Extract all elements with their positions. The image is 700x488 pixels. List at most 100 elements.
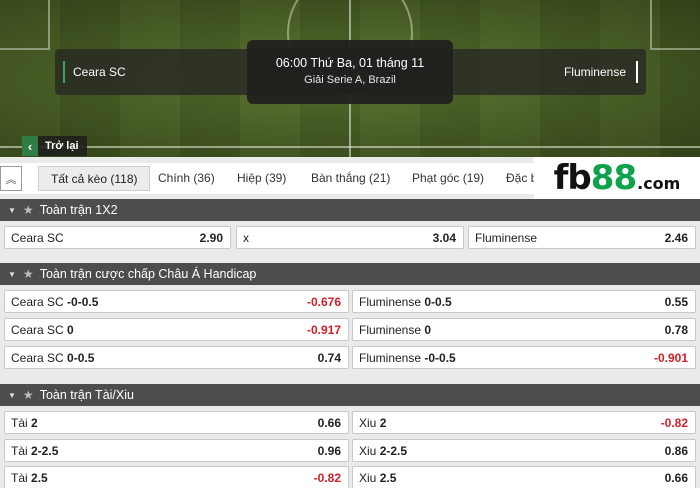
odd-cell-home[interactable]: Ceara SC 2.90 <box>4 226 231 249</box>
logo-part-88: 88 <box>590 158 637 198</box>
star-icon[interactable]: ★ <box>23 388 34 402</box>
tab-corners[interactable]: Phạt góc (19) <box>412 166 484 191</box>
tab-special[interactable]: Đặc b <box>506 166 537 191</box>
odd-value: 0.78 <box>664 322 688 337</box>
odd-label: Ceara SC 0-0.5 <box>11 351 94 365</box>
team-name: Fluminense <box>359 322 422 337</box>
handicap-line: 0-0.5 <box>67 350 95 365</box>
odd-value: -0.82 <box>313 470 341 485</box>
odd-label: Ceara SC -0-0.5 <box>11 295 98 309</box>
bet-side: Tài <box>11 415 28 430</box>
triangle-down-icon: ▼ <box>8 205 16 215</box>
team-name: Ceara SC <box>11 350 64 365</box>
handicap-line: -0-0.5 <box>424 350 456 365</box>
star-icon[interactable]: ★ <box>23 267 34 281</box>
tab-half[interactable]: Hiệp (39) <box>237 166 286 191</box>
total-line: 2 <box>31 415 38 430</box>
away-team-name: Fluminense <box>563 65 626 79</box>
double-chevron-up-icon: ︽ <box>5 173 17 186</box>
home-accent-bar <box>63 61 65 83</box>
bet-side: Xiu <box>359 443 377 458</box>
odd-value: -0.901 <box>653 350 688 365</box>
triangle-down-icon: ▼ <box>8 390 16 400</box>
handicap-line: 0-0.5 <box>424 294 452 309</box>
odd-label: Fluminense <box>475 230 538 245</box>
handicap-line: -0-0.5 <box>67 294 99 309</box>
team-name: Ceara SC <box>11 322 64 337</box>
match-datetime: 06:00 Thứ Ba, 01 tháng 11 <box>275 56 425 70</box>
match-league: Giải Serie A, Brazil <box>304 74 396 86</box>
team-name: Fluminense <box>359 294 422 309</box>
away-accent-bar <box>636 61 638 83</box>
odd-value: 0.55 <box>664 294 688 309</box>
fb88-logo: fb88.com <box>534 157 700 199</box>
tab-main[interactable]: Chính (36) <box>158 166 215 191</box>
handicap-cell-away[interactable]: Fluminense 0-0.5 0.55 <box>352 290 696 313</box>
section-header-1x2[interactable]: ▼ ★ Toàn trận 1X2 <box>0 199 700 221</box>
tab-goals[interactable]: Bàn thắng (21) <box>311 166 390 191</box>
odd-value: -0.676 <box>306 294 341 309</box>
total-cell-over[interactable]: Tài 2-2.5 0.96 <box>4 439 349 462</box>
odd-label: Ceara SC 0 <box>11 323 74 337</box>
handicap-line: 0 <box>67 322 74 337</box>
odd-label: Xiu 2 <box>359 416 386 430</box>
odd-label: Xiu 2-2.5 <box>359 444 407 458</box>
pitch-box-right <box>650 0 700 50</box>
total-cell-over[interactable]: Tài 2.5 -0.82 <box>4 466 349 488</box>
odd-value: 0.86 <box>664 443 688 458</box>
tab-all-markets[interactable]: Tất cả kèo (118) <box>38 166 151 191</box>
section-header-handicap[interactable]: ▼ ★ Toàn trận cược chấp Châu Á Handicap <box>0 263 700 285</box>
star-icon[interactable]: ★ <box>23 203 34 217</box>
total-line: 2.5 <box>379 470 397 485</box>
odd-value: 0.66 <box>664 470 688 485</box>
triangle-down-icon: ▼ <box>8 269 16 279</box>
odd-label: Fluminense 0-0.5 <box>359 295 452 309</box>
handicap-cell-away[interactable]: Fluminense 0 0.78 <box>352 318 696 341</box>
collapse-all-button[interactable]: ︽ <box>0 166 22 191</box>
total-cell-under[interactable]: Xiu 2 -0.82 <box>352 411 696 434</box>
total-line: 2-2.5 <box>379 443 408 458</box>
odd-cell-away[interactable]: Fluminense 2.46 <box>468 226 696 249</box>
total-cell-over[interactable]: Tài 2 0.66 <box>4 411 349 434</box>
odd-label: Xiu 2.5 <box>359 471 396 485</box>
handicap-cell-home[interactable]: Ceara SC 0 -0.917 <box>4 318 349 341</box>
odd-label: Tài 2 <box>11 416 38 430</box>
handicap-line: 0 <box>424 322 432 337</box>
odd-value: 2.46 <box>664 230 688 245</box>
home-team-name: Ceara SC <box>73 65 126 79</box>
bet-side: Xiu <box>359 470 377 485</box>
bet-side: Tài <box>11 443 28 458</box>
total-line: 2-2.5 <box>31 443 59 458</box>
logo-part-fb: fb <box>553 158 592 198</box>
odd-value: -0.82 <box>660 415 688 430</box>
odd-label: x <box>243 230 249 245</box>
total-line: 2 <box>379 415 387 430</box>
odd-value: 0.96 <box>317 443 341 458</box>
bet-side: Xiu <box>359 415 377 430</box>
section-title: Toàn trận cược chấp Châu Á Handicap <box>39 267 257 281</box>
match-time-box: 06:00 Thứ Ba, 01 tháng 11 Giải Serie A, … <box>247 40 453 104</box>
odd-cell-draw[interactable]: x 3.04 <box>236 226 464 249</box>
total-line: 2.5 <box>31 470 48 485</box>
odd-label: Fluminense 0 <box>359 323 431 337</box>
team-name: Ceara SC <box>11 294 64 309</box>
odd-value: -0.917 <box>306 322 341 337</box>
handicap-cell-home[interactable]: Ceara SC 0-0.5 0.74 <box>4 346 349 369</box>
odd-label: Ceara SC <box>11 230 64 245</box>
odd-value: 2.90 <box>199 230 223 245</box>
total-cell-under[interactable]: Xiu 2.5 0.66 <box>352 466 696 488</box>
handicap-cell-home[interactable]: Ceara SC -0-0.5 -0.676 <box>4 290 349 313</box>
match-hero-banner: Ceara SC 06:00 Thứ Ba, 01 tháng 11 Giải … <box>0 0 700 157</box>
pitch-box-left <box>0 0 50 50</box>
chevron-left-icon: ‹ <box>22 136 38 156</box>
total-cell-under[interactable]: Xiu 2-2.5 0.86 <box>352 439 696 462</box>
odd-label: Tài 2-2.5 <box>11 444 58 458</box>
back-button-label: Trở lại <box>45 140 79 152</box>
back-button[interactable]: ‹ Trở lại <box>22 136 87 156</box>
team-name: Fluminense <box>359 350 422 365</box>
section-title: Toàn trận 1X2 <box>39 203 118 217</box>
odd-value: 0.74 <box>317 350 341 365</box>
odd-label: Tài 2.5 <box>11 471 48 485</box>
section-header-totals[interactable]: ▼ ★ Toàn trận Tài/Xiu <box>0 384 700 406</box>
handicap-cell-away[interactable]: Fluminense -0-0.5 -0.901 <box>352 346 696 369</box>
